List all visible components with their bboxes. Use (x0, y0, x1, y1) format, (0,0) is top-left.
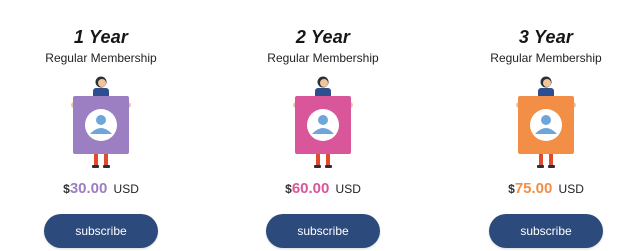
person-holding-avatar-card-icon (71, 76, 131, 168)
subscribe-button[interactable]: subscribe (44, 214, 158, 248)
person-right-leg (549, 154, 553, 166)
plan-subtitle: Regular Membership (490, 51, 602, 65)
person-holding-avatar-card-icon (516, 76, 576, 168)
currency-symbol: $ (285, 182, 292, 196)
person-left-leg (539, 154, 543, 166)
price-amount: 60.00 (291, 180, 330, 197)
plan-subtitle: Regular Membership (267, 51, 379, 65)
plan-subtitle: Regular Membership (45, 51, 157, 65)
membership-plans: 1 Year Regular Membership $30.00 USD sub… (0, 0, 643, 251)
person-left-shoe (92, 165, 99, 168)
price: $30.00 USD (16, 180, 186, 197)
person-right-leg (104, 154, 108, 166)
person-left-shoe (314, 165, 321, 168)
plan-card-3-year: 3 Year Regular Membership $75.00 USD sub… (461, 0, 631, 251)
currency-code: USD (113, 182, 139, 196)
avatar-head (541, 115, 551, 125)
person-right-leg (326, 154, 330, 166)
price-amount: 75.00 (514, 180, 553, 197)
currency-symbol: $ (63, 182, 70, 196)
plan-card-1-year: 1 Year Regular Membership $30.00 USD sub… (16, 0, 186, 251)
subscribe-button[interactable]: subscribe (489, 214, 603, 248)
person-left-leg (316, 154, 320, 166)
subscribe-button[interactable]: subscribe (266, 214, 380, 248)
avatar-head (96, 115, 106, 125)
person-left-shoe (537, 165, 544, 168)
person-face (543, 79, 551, 87)
currency-symbol: $ (508, 182, 515, 196)
person-holding-avatar-card-icon (293, 76, 353, 168)
currency-code: USD (335, 182, 361, 196)
person-right-shoe (548, 165, 555, 168)
price-amount: 30.00 (69, 180, 108, 197)
person-face (98, 79, 106, 87)
currency-code: USD (558, 182, 584, 196)
price: $60.00 USD (238, 180, 408, 197)
person-right-shoe (103, 165, 110, 168)
person-face (320, 79, 328, 87)
plan-title: 3 Year (518, 27, 574, 47)
avatar-head (318, 115, 328, 125)
plan-card-2-year: 2 Year Regular Membership $60.00 USD sub… (238, 0, 408, 251)
plan-title: 2 Year (295, 27, 351, 47)
plan-title: 1 Year (73, 27, 129, 47)
price: $75.00 USD (461, 180, 631, 197)
person-left-leg (94, 154, 98, 166)
person-right-shoe (325, 165, 332, 168)
